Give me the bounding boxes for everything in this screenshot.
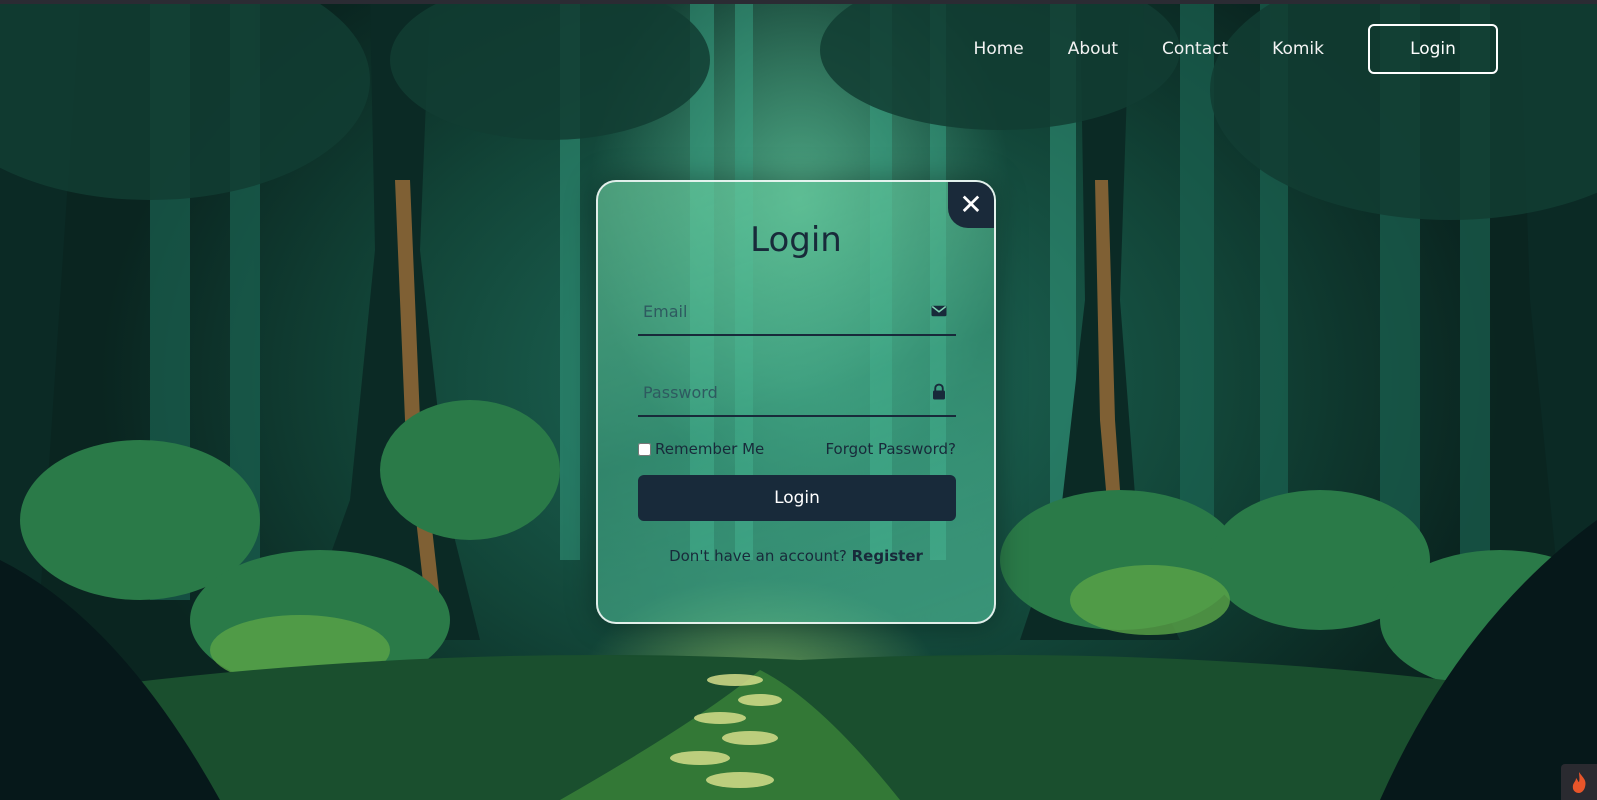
remember-me-label: Remember Me — [655, 440, 765, 458]
register-prompt: Don't have an account? Register — [598, 547, 994, 565]
envelope-icon — [931, 305, 947, 317]
remember-me-checkbox[interactable] — [638, 442, 651, 456]
password-field-container — [638, 369, 956, 417]
nav-link-komik[interactable]: Komik — [1272, 39, 1324, 59]
password-input[interactable] — [638, 369, 956, 415]
modal-title: Login — [750, 220, 842, 260]
email-input[interactable] — [638, 288, 956, 334]
nav-link-about[interactable]: About — [1068, 39, 1118, 59]
register-prompt-text: Don't have an account? — [669, 547, 852, 565]
forgot-password-link[interactable]: Forgot Password? — [825, 440, 956, 458]
nav-login-button[interactable]: Login — [1368, 24, 1498, 74]
remember-me: Remember Me — [638, 440, 764, 458]
close-icon[interactable]: ✕ — [948, 182, 994, 228]
nav-link-contact[interactable]: Contact — [1162, 39, 1228, 59]
login-modal: ✕ Login Remember Me Forgot Password? Log… — [596, 180, 996, 624]
corner-badge[interactable] — [1561, 764, 1597, 800]
browser-top-strip — [0, 0, 1597, 4]
flame-icon — [1572, 772, 1586, 793]
email-field-container — [638, 288, 956, 336]
lock-icon — [933, 383, 945, 400]
nav-link-home[interactable]: Home — [974, 39, 1024, 59]
top-navigation: Home About Contact Komik Login — [974, 24, 1498, 74]
register-link[interactable]: Register — [852, 547, 923, 565]
login-submit-button[interactable]: Login — [638, 475, 956, 521]
remember-forgot-row: Remember Me Forgot Password? — [638, 440, 956, 458]
